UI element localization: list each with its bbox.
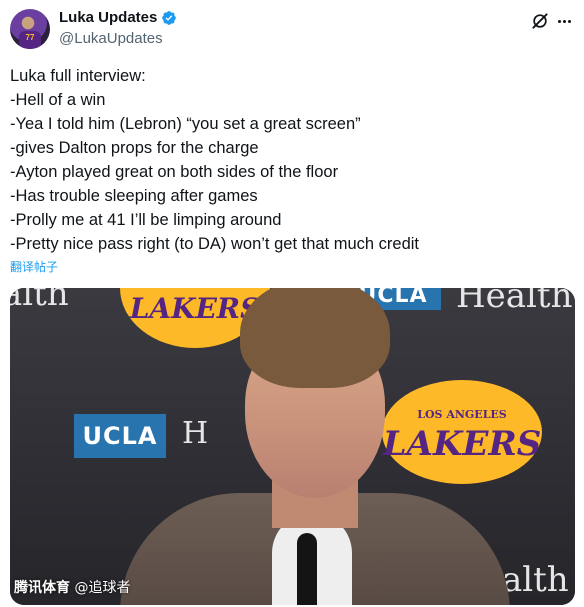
health-text-mid: H <box>182 416 209 451</box>
tweet-header: 77 Luka Updates @LukaUpdates <box>10 7 574 51</box>
health-text-partial-bottom: alth <box>502 560 569 600</box>
microphone <box>297 533 317 605</box>
tweet-line: -Pretty nice pass right (to DA) won’t ge… <box>10 235 419 253</box>
translate-post-link[interactable]: 翻译帖子 <box>10 258 58 275</box>
tweet-text: Luka full interview: -Hell of a win -Yea… <box>10 64 570 256</box>
health-text-partial-left: alth <box>10 288 69 314</box>
tweet-line: -gives Dalton props for the charge <box>10 139 259 157</box>
more-dot <box>557 19 561 23</box>
tweet-line: -Ayton played great on both sides of the… <box>10 163 339 181</box>
more-dot <box>562 19 566 23</box>
tweet-line: Luka full interview: <box>10 67 146 85</box>
author-avatar[interactable]: 77 <box>10 9 50 49</box>
more-icon[interactable] <box>554 11 574 31</box>
video-watermark: 腾讯体育 @追球者 <box>14 577 130 597</box>
lakers-logo-right-subtext: LOS ANGELES <box>417 408 507 421</box>
ucla-logo-left: UCLA <box>74 414 166 458</box>
lakers-logo-right-text: LAKERS <box>382 424 542 464</box>
tweet-line: -Yea I told him (Lebron) “you set a grea… <box>10 115 361 133</box>
avatar-jersey-number: 77 <box>25 33 35 42</box>
lakers-logo-right: LOS ANGELES LAKERS <box>382 380 542 484</box>
author-handle[interactable]: @LukaUpdates <box>59 30 163 47</box>
grok-icon[interactable] <box>530 11 550 31</box>
author-name-line[interactable]: Luka Updates <box>59 9 177 26</box>
tweet-line: -Has trouble sleeping after games <box>10 187 258 205</box>
health-text-top: Health <box>456 288 573 316</box>
tweet-line: -Hell of a win <box>10 91 106 109</box>
speaker-hair <box>240 288 390 388</box>
verified-badge-icon <box>162 10 177 25</box>
tweet-line: -Prolly me at 41 I’ll be limping around <box>10 211 282 229</box>
watermark-brand: 腾讯体育 <box>14 580 70 596</box>
watermark-user: @追球者 <box>74 580 131 596</box>
author-display-name[interactable]: Luka Updates <box>59 9 157 26</box>
more-dot <box>567 19 571 23</box>
tweet-video[interactable]: alth LAKERS UCLA Health UCLA H LOS ANGEL… <box>10 288 575 605</box>
